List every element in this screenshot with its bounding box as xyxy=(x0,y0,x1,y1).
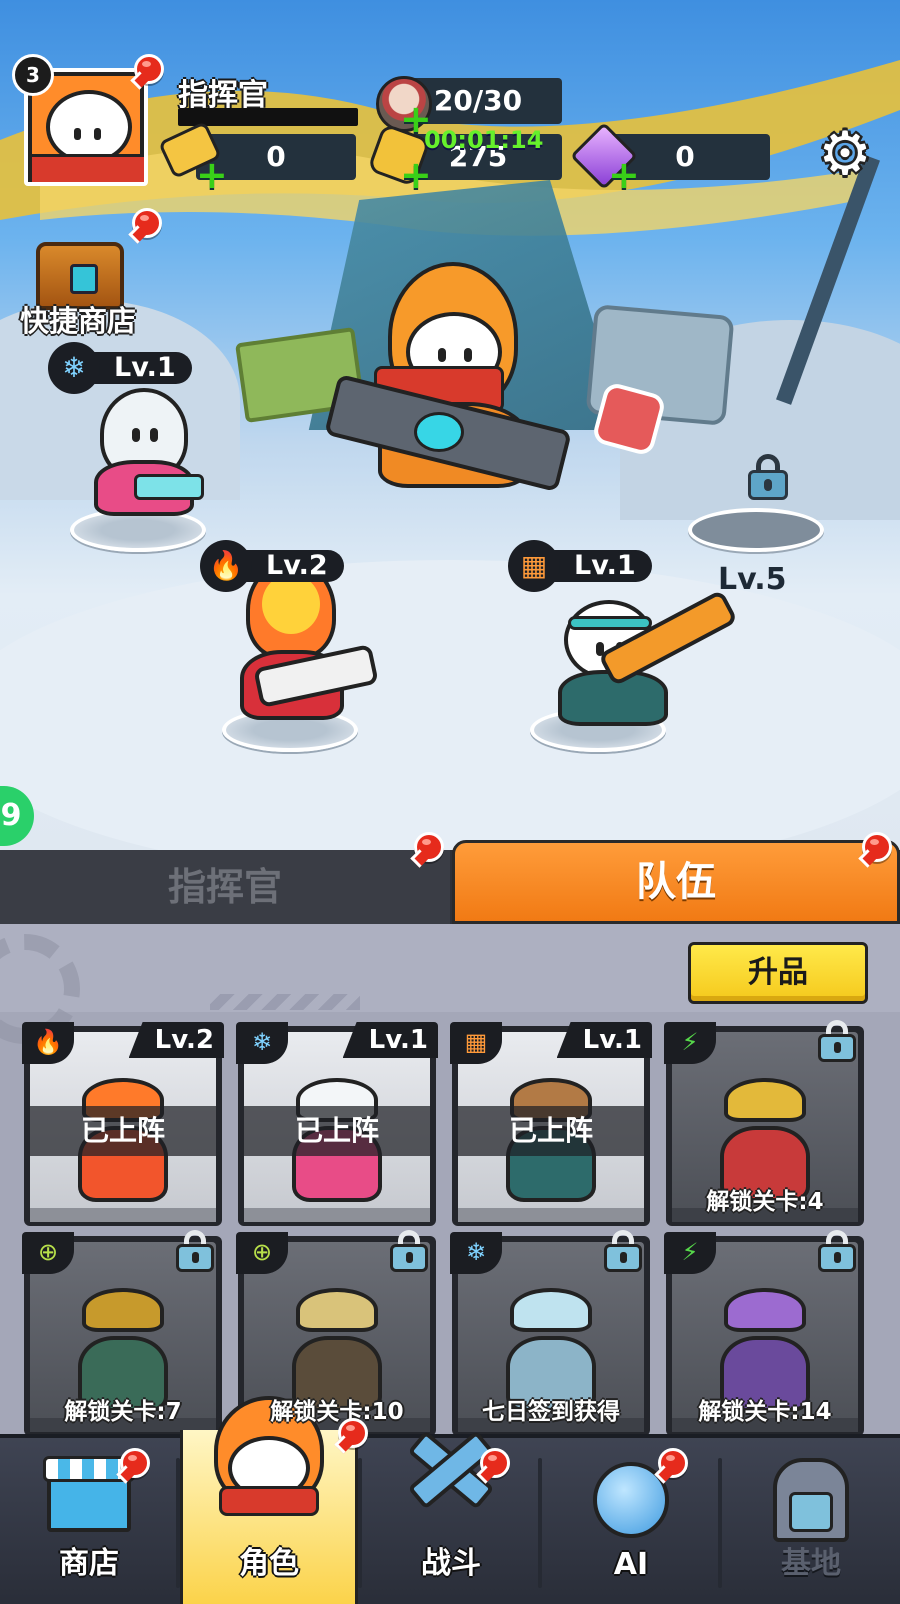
notification-dot xyxy=(338,1418,368,1448)
lock-icon xyxy=(818,1020,858,1064)
card-level: Lv.1 xyxy=(342,1022,438,1058)
nav-base-label: 基地 xyxy=(781,1546,841,1581)
snowflake-icon: ❄ xyxy=(450,1232,502,1274)
nav-battle-label: 战斗 xyxy=(421,1546,481,1581)
card-level: Lv.1 xyxy=(556,1022,652,1058)
notification-dot xyxy=(862,832,892,862)
deployed-label: 已上阵 xyxy=(458,1106,644,1156)
card-level: Lv.2 xyxy=(128,1022,224,1058)
earth-hero[interactable] xyxy=(528,580,739,730)
settings-gear-icon[interactable]: ⚙ xyxy=(814,124,876,186)
nav-battle[interactable]: 战斗 xyxy=(362,1430,540,1604)
notification-dot xyxy=(132,208,162,238)
roster-card-locked[interactable]: ⊕ 解锁关卡:7 xyxy=(22,1230,222,1436)
slot-level-badge: ▦ Lv.1 xyxy=(508,540,652,592)
snowflake-icon: ❄ xyxy=(48,342,100,394)
stripe-decoration xyxy=(210,994,360,1010)
nav-character[interactable]: 角色 xyxy=(180,1396,358,1604)
unlock-condition: 解锁关卡:10 xyxy=(270,1399,404,1425)
energy-timer: 00:01:14 xyxy=(424,126,544,154)
roster-card[interactable]: 已上阵 🔥 Lv.2 xyxy=(22,1022,224,1226)
fire-hero[interactable] xyxy=(226,560,379,730)
quick-shop-label[interactable]: 快捷商店 xyxy=(20,298,136,340)
lightning-icon: ⚡ xyxy=(664,1022,716,1064)
panel-tabs: 指挥官 队伍 xyxy=(0,840,900,924)
flame-icon: 🔥 xyxy=(22,1022,74,1064)
roster-card[interactable]: 已上阵 ❄ Lv.1 xyxy=(236,1022,438,1226)
unlock-condition: 解锁关卡:4 xyxy=(706,1189,824,1215)
unlock-condition: 解锁关卡:14 xyxy=(698,1399,832,1425)
nav-shop[interactable]: 商店 xyxy=(0,1438,178,1604)
hero-gun xyxy=(134,474,204,500)
player-level-badge: 3 xyxy=(12,54,54,96)
notification-dot xyxy=(414,832,444,862)
scarf-icon xyxy=(219,1486,319,1516)
notification-dot xyxy=(134,54,164,84)
tab-commander[interactable]: 指挥官 xyxy=(0,850,450,924)
roster-card-locked[interactable]: ⚡ 解锁关卡:4 xyxy=(664,1020,864,1226)
nav-character-label: 角色 xyxy=(239,1546,299,1581)
eye xyxy=(150,428,158,442)
notification-dot xyxy=(480,1448,510,1478)
panel-header: 升品 xyxy=(0,924,900,1044)
tab-team[interactable]: 队伍 xyxy=(452,840,900,924)
snow-ground xyxy=(0,560,900,850)
gun-core xyxy=(414,412,464,452)
roster-card-locked[interactable]: ⊕ 解锁关卡:10 xyxy=(236,1230,436,1436)
unlock-condition: 解锁关卡:7 xyxy=(64,1399,182,1425)
team-panel: 升品 已上阵 🔥 Lv.2 已上阵 ❄ Lv.1 已上阵 ▦ Lv.1 ⚡ 解锁… xyxy=(0,924,900,1436)
flame-core xyxy=(262,574,320,634)
add-gold-button[interactable]: + xyxy=(400,156,432,194)
nav-base[interactable]: 基地 xyxy=(722,1438,900,1604)
crosshair-icon: ⊕ xyxy=(22,1232,74,1274)
lock-icon xyxy=(746,454,790,500)
snowflake-icon: ❄ xyxy=(236,1022,288,1064)
nav-ai[interactable]: AI xyxy=(542,1438,720,1604)
locked-platform[interactable] xyxy=(688,508,824,552)
slot-level-badge: ❄ Lv.1 xyxy=(48,342,192,394)
slot-level: Lv.1 xyxy=(574,550,636,581)
lock-icon xyxy=(818,1230,858,1274)
notification-dot xyxy=(658,1448,688,1478)
slot-level: Lv.2 xyxy=(266,550,328,581)
roster-card-locked[interactable]: ❄ 七日签到获得 xyxy=(450,1230,650,1436)
headband xyxy=(568,616,652,630)
eye xyxy=(464,348,472,362)
roster-card[interactable]: 已上阵 ▦ Lv.1 xyxy=(450,1022,652,1226)
upgrade-button[interactable]: 升品 xyxy=(688,942,868,1004)
eye xyxy=(438,348,446,362)
flame-icon: 🔥 xyxy=(200,540,252,592)
nav-ai-label: AI xyxy=(613,1547,649,1582)
blocks-icon: ▦ xyxy=(508,540,560,592)
notification-dot xyxy=(120,1448,150,1478)
deployed-label: 已上阵 xyxy=(30,1106,216,1156)
roster-card-locked[interactable]: ⚡ 解锁关卡:14 xyxy=(664,1230,864,1436)
nav-shop-label: 商店 xyxy=(59,1546,119,1581)
commander-hero[interactable] xyxy=(318,262,578,502)
add-tickets-button[interactable]: + xyxy=(196,156,228,194)
lock-icon xyxy=(176,1230,216,1274)
locked-slot-level: Lv.5 xyxy=(718,562,787,597)
lock-icon xyxy=(789,1492,833,1532)
crosshair-icon: ⊕ xyxy=(236,1232,288,1274)
unlock-condition: 七日签到获得 xyxy=(482,1399,620,1425)
blocks-icon: ▦ xyxy=(450,1022,502,1064)
slot-level: Lv.1 xyxy=(114,352,176,383)
lock-icon xyxy=(390,1230,430,1274)
ice-hero[interactable] xyxy=(86,378,206,528)
add-gems-button[interactable]: + xyxy=(608,156,640,194)
slot-level-badge: 🔥 Lv.2 xyxy=(200,540,344,592)
deployed-label: 已上阵 xyxy=(244,1106,430,1156)
eye xyxy=(132,428,140,442)
lightning-icon: ⚡ xyxy=(664,1232,716,1274)
lock-icon xyxy=(604,1230,644,1274)
